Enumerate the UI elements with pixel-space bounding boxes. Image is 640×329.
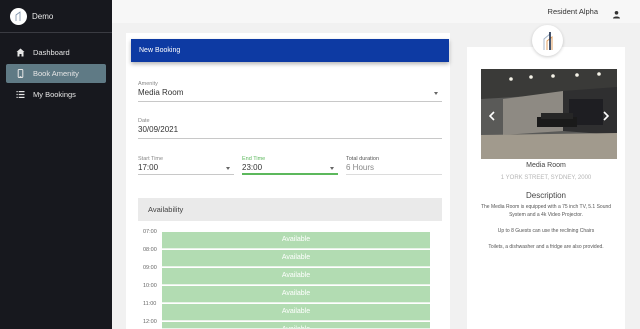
availability-slot[interactable]: Available [162,250,430,267]
duration-underline [346,174,442,175]
description-title: Description [525,191,566,200]
sidebar: Demo Dashboard Book Amenity My Bookings [0,0,112,329]
home-icon [16,48,25,57]
start-time-select[interactable]: 17:00 [138,163,158,172]
chevron-down-icon[interactable] [330,167,334,170]
amenity-address: 1 YORK STREET, SYDNEY, 2000 [500,175,592,181]
page-title: New Booking [139,47,181,54]
end-time-underline [242,173,338,175]
date-field[interactable]: 30/09/2021 [138,125,178,134]
brand[interactable]: Demo [0,0,112,33]
end-time-label: End Time [242,156,266,162]
time-label: 10:00 [143,283,157,289]
building-logo [532,25,563,56]
sidebar-nav: Dashboard Book Amenity My Bookings [0,42,112,106]
availability-slot[interactable]: Available [162,304,430,321]
amenity-select[interactable]: Media Room [138,88,183,97]
sidebar-item-my-bookings[interactable]: My Bookings [6,85,106,104]
description-paragraph: The Media Room is equipped with a 75 inc… [480,204,612,218]
sidebar-item-dashboard[interactable]: Dashboard [6,43,106,62]
description-paragraph: Toilets, a dishwasher and a fridge are a… [488,244,604,250]
chevron-down-icon[interactable] [434,92,438,95]
top-bar: Resident Alpha [112,0,640,23]
carousel-prev-icon[interactable] [488,108,495,126]
date-label: Date [138,118,150,124]
amenity-underline [138,101,442,102]
availability-slot[interactable]: Available [162,268,430,285]
description-paragraph: Up to 8 Guests can use the reclining Cha… [497,228,595,234]
availability-slot[interactable]: Available [162,232,430,249]
time-label: 12:00 [143,319,157,325]
duration-value: 6 Hours [346,163,375,172]
booking-header: New Booking [131,39,449,62]
time-label: 09:00 [143,265,157,271]
brand-name: Demo [32,11,54,21]
time-label: 08:00 [143,247,157,253]
sidebar-item-label: My Bookings [33,90,76,99]
availability-header: Availability [138,198,442,221]
sidebar-item-label: Book Amenity [33,69,79,78]
end-time-select[interactable]: 23:00 [242,163,262,172]
start-time-underline [138,174,234,175]
amenity-name: Media Room [526,162,566,169]
date-underline [138,138,442,139]
amenity-photo [481,69,617,159]
account-icon[interactable] [612,6,621,19]
user-name[interactable]: Resident Alpha [548,7,598,16]
time-label: 11:00 [143,301,157,307]
availability-slot[interactable]: Available [162,322,430,329]
time-label: 07:00 [143,229,157,235]
list-icon [16,90,25,99]
start-time-label: Start Time [138,156,164,162]
duration-label: Total duration [346,156,380,162]
availability-slot[interactable]: Available [162,286,430,303]
chevron-down-icon[interactable] [226,167,230,170]
sidebar-item-label: Dashboard [33,48,70,57]
phone-icon [16,69,25,78]
sidebar-item-book-amenity[interactable]: Book Amenity [6,64,106,83]
carousel-next-icon[interactable] [603,108,610,126]
availability-title: Availability [148,205,184,214]
brand-logo [10,7,27,25]
amenity-label: Amenity [138,81,158,87]
